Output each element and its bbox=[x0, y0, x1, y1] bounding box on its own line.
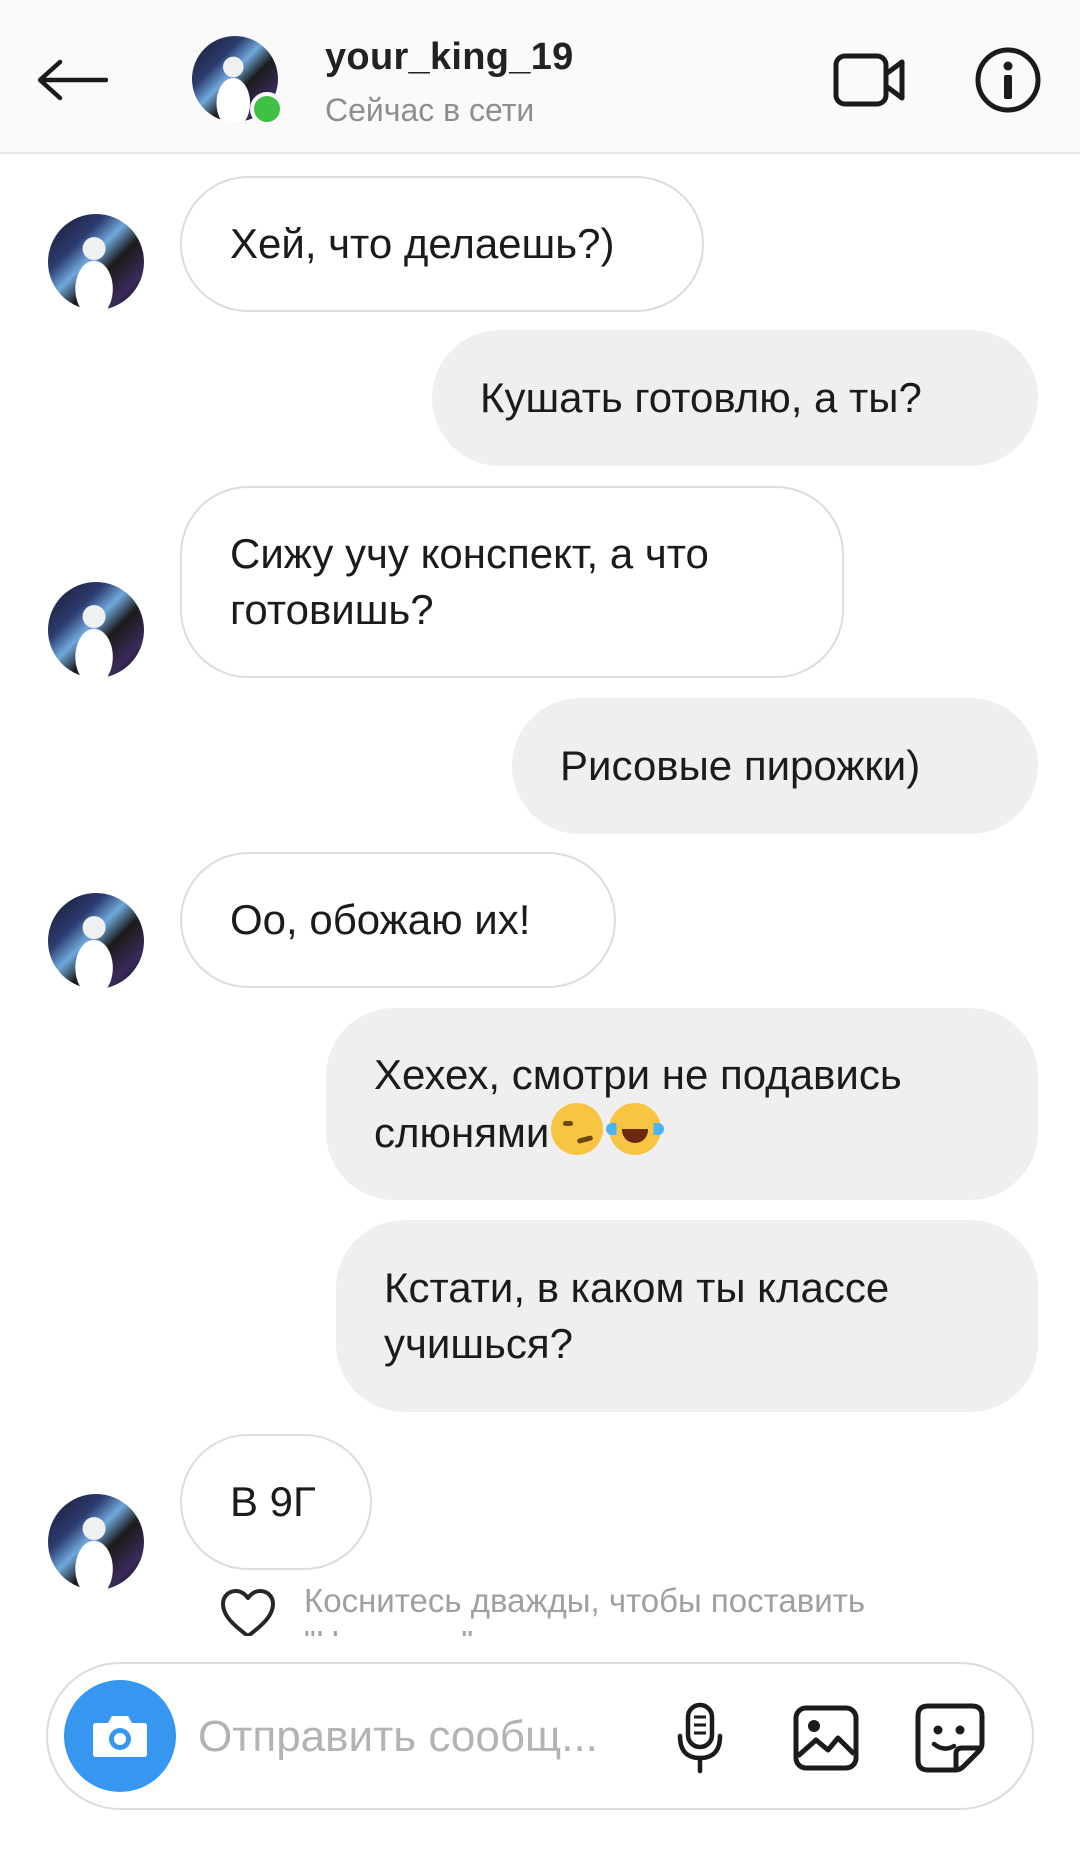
contact-avatar[interactable] bbox=[192, 36, 284, 126]
info-button[interactable] bbox=[968, 44, 1048, 116]
incoming-message[interactable]: Оо, обожаю их! bbox=[180, 852, 616, 988]
back-button[interactable] bbox=[30, 44, 114, 116]
gallery-button[interactable] bbox=[788, 1700, 864, 1776]
back-arrow-icon bbox=[37, 59, 108, 101]
gallery-icon bbox=[793, 1705, 859, 1771]
sender-avatar[interactable] bbox=[48, 582, 144, 678]
incoming-message[interactable]: Хей, что делаешь?) bbox=[180, 176, 704, 312]
sticker-icon bbox=[915, 1703, 985, 1773]
sender-avatar[interactable] bbox=[48, 1494, 144, 1590]
outgoing-message[interactable]: Рисовые пирожки) bbox=[512, 698, 1038, 834]
outgoing-message[interactable]: Хехех, смотри не подавись слюнями bbox=[326, 1008, 1038, 1200]
message-text: Кстати, в каком ты классе учишься? bbox=[384, 1264, 890, 1367]
message-composer bbox=[46, 1662, 1034, 1810]
camera-icon bbox=[93, 1716, 147, 1757]
sticker-button[interactable] bbox=[912, 1700, 988, 1776]
heart-icon bbox=[221, 1589, 275, 1636]
message-text: Оо, обожаю их! bbox=[230, 896, 531, 943]
video-call-button[interactable] bbox=[828, 44, 912, 116]
double-tap-hint: Коснитесь дважды, чтобы поставить "Нрави… bbox=[304, 1582, 866, 1636]
tears-of-joy-emoji-icon bbox=[606, 1103, 665, 1155]
outgoing-message[interactable]: Кушать готовлю, а ты? bbox=[432, 330, 1038, 466]
like-hint-row: Коснитесь дважды, чтобы поставить "Нрави… bbox=[220, 1580, 980, 1636]
message-text: Хей, что делаешь?) bbox=[230, 220, 615, 267]
online-indicator bbox=[250, 92, 284, 126]
incoming-message[interactable]: В 9Г bbox=[180, 1434, 372, 1570]
message-text: Рисовые пирожки) bbox=[560, 742, 921, 789]
message-text: Кушать готовлю, а ты? bbox=[480, 374, 922, 421]
contact-username[interactable]: your_king_19 bbox=[325, 36, 574, 79]
camera-button[interactable] bbox=[64, 1680, 176, 1792]
smirking-face-emoji-icon bbox=[551, 1103, 604, 1155]
like-button[interactable] bbox=[220, 1588, 276, 1636]
message-text: Сижу учу конспект, а что готовишь? bbox=[230, 530, 709, 633]
chat-header: your_king_19 Сейчас в сети bbox=[0, 0, 1080, 154]
voice-message-button[interactable] bbox=[662, 1700, 738, 1776]
message-text: Хехех, смотри не подавись слюнями bbox=[374, 1051, 902, 1156]
outgoing-message[interactable]: Кстати, в каком ты классе учишься? bbox=[336, 1220, 1038, 1412]
info-icon bbox=[975, 47, 1041, 113]
incoming-message[interactable]: Сижу учу конспект, а что готовишь? bbox=[180, 486, 844, 678]
video-camera-icon bbox=[833, 53, 905, 107]
message-text: В 9Г bbox=[230, 1478, 316, 1525]
sender-avatar[interactable] bbox=[48, 893, 144, 989]
message-input[interactable] bbox=[196, 1700, 640, 1774]
microphone-icon bbox=[677, 1702, 723, 1774]
online-status: Сейчас в сети bbox=[325, 92, 535, 128]
sender-avatar[interactable] bbox=[48, 214, 144, 310]
